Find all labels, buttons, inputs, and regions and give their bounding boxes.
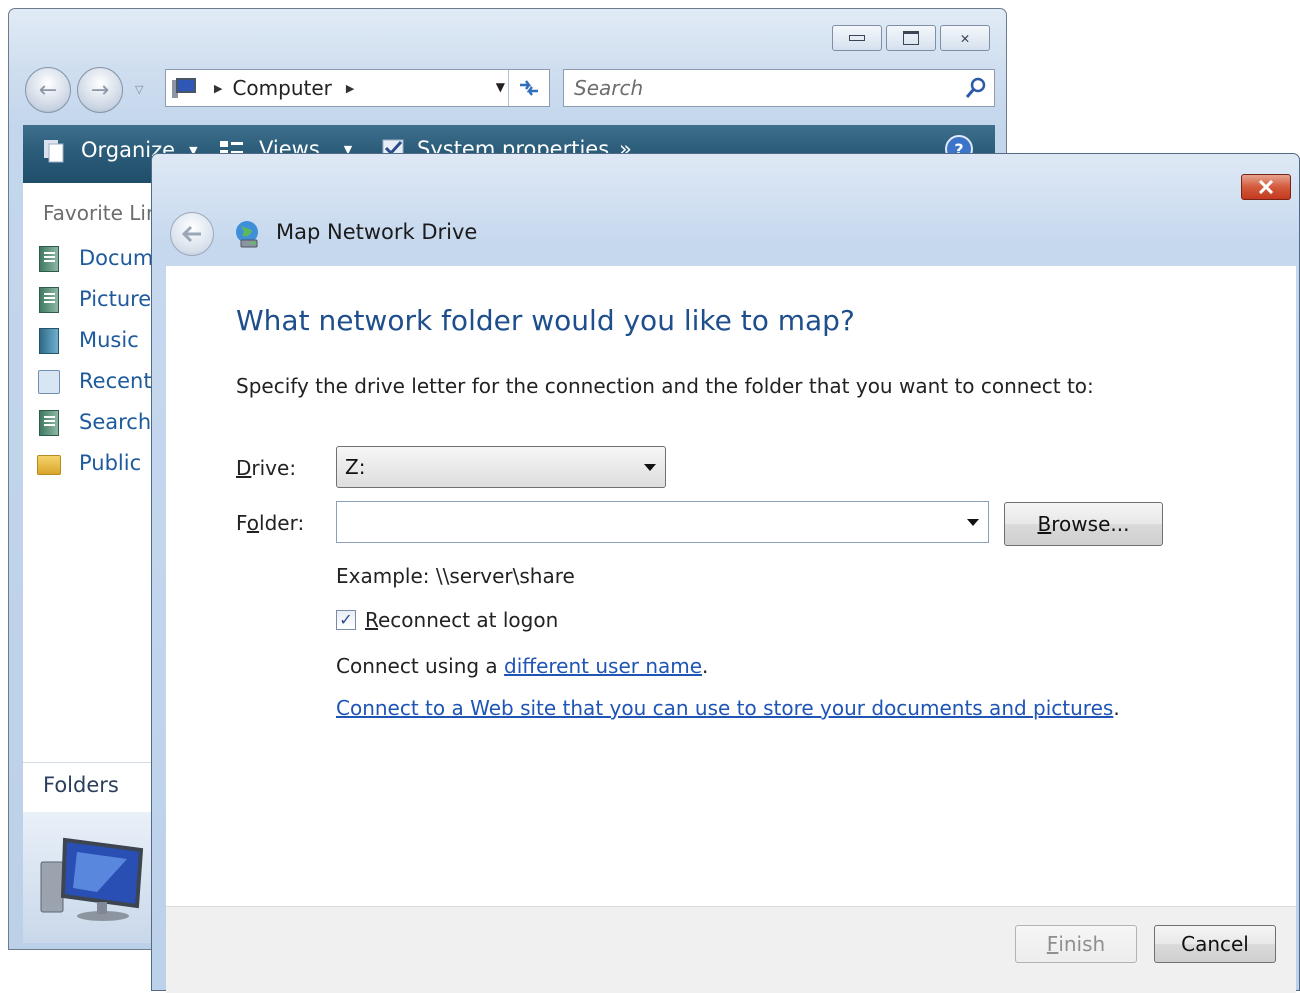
- map-network-drive-dialog: Map Network Drive What network folder wo…: [151, 153, 1300, 993]
- close-icon: ✕: [960, 29, 970, 47]
- favorite-link-music[interactable]: Music: [35, 323, 139, 357]
- drive-value: Z:: [345, 455, 366, 479]
- favorite-link-label: Music: [79, 328, 139, 352]
- documents-icon: [35, 244, 61, 272]
- searches-icon: [35, 408, 61, 436]
- drive-select[interactable]: Z:: [336, 446, 666, 488]
- back-button[interactable]: ←: [25, 67, 71, 113]
- organize-icon: [44, 140, 64, 163]
- drive-label: Drive:: [236, 456, 297, 480]
- address-dropdown-icon[interactable]: ▼: [496, 80, 505, 94]
- example-text: Example: \\server\share: [336, 564, 575, 588]
- connect-web-site-link[interactable]: Connect to a Web site that you can use t…: [336, 696, 1113, 720]
- minimize-button[interactable]: [832, 25, 882, 51]
- search-input[interactable]: [564, 72, 958, 104]
- back-arrow-icon: [181, 225, 201, 243]
- breadcrumb-arrow-icon[interactable]: ▶: [214, 82, 222, 95]
- favorite-link-label: Public: [79, 451, 142, 475]
- forward-button[interactable]: →: [77, 67, 123, 113]
- finish-button[interactable]: Finish: [1015, 925, 1137, 963]
- dialog-footer: Finish Cancel: [166, 906, 1296, 993]
- folder-input[interactable]: [337, 504, 967, 540]
- forward-arrow-icon: →: [90, 77, 110, 103]
- reconnect-option[interactable]: ✓ Reconnect at logon: [336, 608, 558, 632]
- refresh-icon: [520, 80, 538, 96]
- navigation-row: ← → ▽ ▶ Computer ▶ ▼: [25, 67, 995, 113]
- folders-label: Folders: [43, 773, 119, 797]
- reconnect-checkbox[interactable]: ✓: [336, 610, 356, 630]
- checkmark-icon: ✓: [339, 610, 353, 629]
- dialog-title: Map Network Drive: [276, 220, 478, 244]
- close-button[interactable]: ✕: [940, 25, 990, 51]
- favorite-link-pictures[interactable]: Pictures: [35, 282, 162, 316]
- dialog-content: What network folder would you like to ma…: [166, 266, 1296, 906]
- network-drive-icon: [236, 221, 258, 248]
- back-arrow-icon: ←: [38, 77, 58, 103]
- computer-icon: [172, 76, 200, 100]
- breadcrumb-computer[interactable]: Computer: [232, 76, 331, 100]
- web-site-connect-line: Connect to a Web site that you can use t…: [336, 696, 1120, 720]
- public-folder-icon: [35, 449, 61, 477]
- recent-pages-dropdown-icon[interactable]: ▽: [135, 83, 143, 96]
- search-icon[interactable]: [958, 76, 994, 100]
- favorite-link-label: Pictures: [79, 287, 163, 311]
- window-controls: ✕: [832, 25, 990, 51]
- instruction-text: Specify the drive letter for the connect…: [236, 374, 1094, 398]
- dialog-back-button[interactable]: [170, 212, 214, 256]
- computer-icon: [40, 837, 144, 921]
- refresh-button[interactable]: [508, 70, 549, 106]
- details-pane: [23, 812, 163, 943]
- favorite-link-public[interactable]: Public: [35, 446, 141, 480]
- different-user-name-link[interactable]: different user name: [504, 654, 702, 678]
- maximize-icon: [903, 31, 919, 45]
- folder-dropdown-icon[interactable]: [967, 518, 979, 526]
- folders-toggle[interactable]: Folders: [23, 762, 163, 813]
- chevron-down-icon: [644, 463, 656, 471]
- minimize-icon: [849, 35, 865, 41]
- close-icon: [1258, 180, 1274, 194]
- browse-button[interactable]: Browse...: [1004, 502, 1163, 546]
- maximize-button[interactable]: [886, 25, 936, 51]
- main-instruction: What network folder would you like to ma…: [236, 304, 855, 337]
- recent-icon: [35, 367, 61, 395]
- folder-label: Folder:: [236, 511, 305, 535]
- breadcrumb-arrow-icon[interactable]: ▶: [346, 82, 354, 95]
- address-bar[interactable]: ▶ Computer ▶ ▼: [165, 69, 550, 107]
- dialog-header: Map Network Drive: [166, 206, 1286, 266]
- folder-combobox: [336, 501, 989, 543]
- search-box: [563, 69, 995, 107]
- connect-different-user-line: Connect using a different user name.: [336, 654, 709, 678]
- cancel-button[interactable]: Cancel: [1154, 925, 1276, 963]
- reconnect-label[interactable]: Reconnect at logon: [365, 608, 558, 632]
- pictures-icon: [35, 285, 61, 313]
- music-icon: [35, 326, 61, 354]
- dialog-close-button[interactable]: [1241, 174, 1291, 200]
